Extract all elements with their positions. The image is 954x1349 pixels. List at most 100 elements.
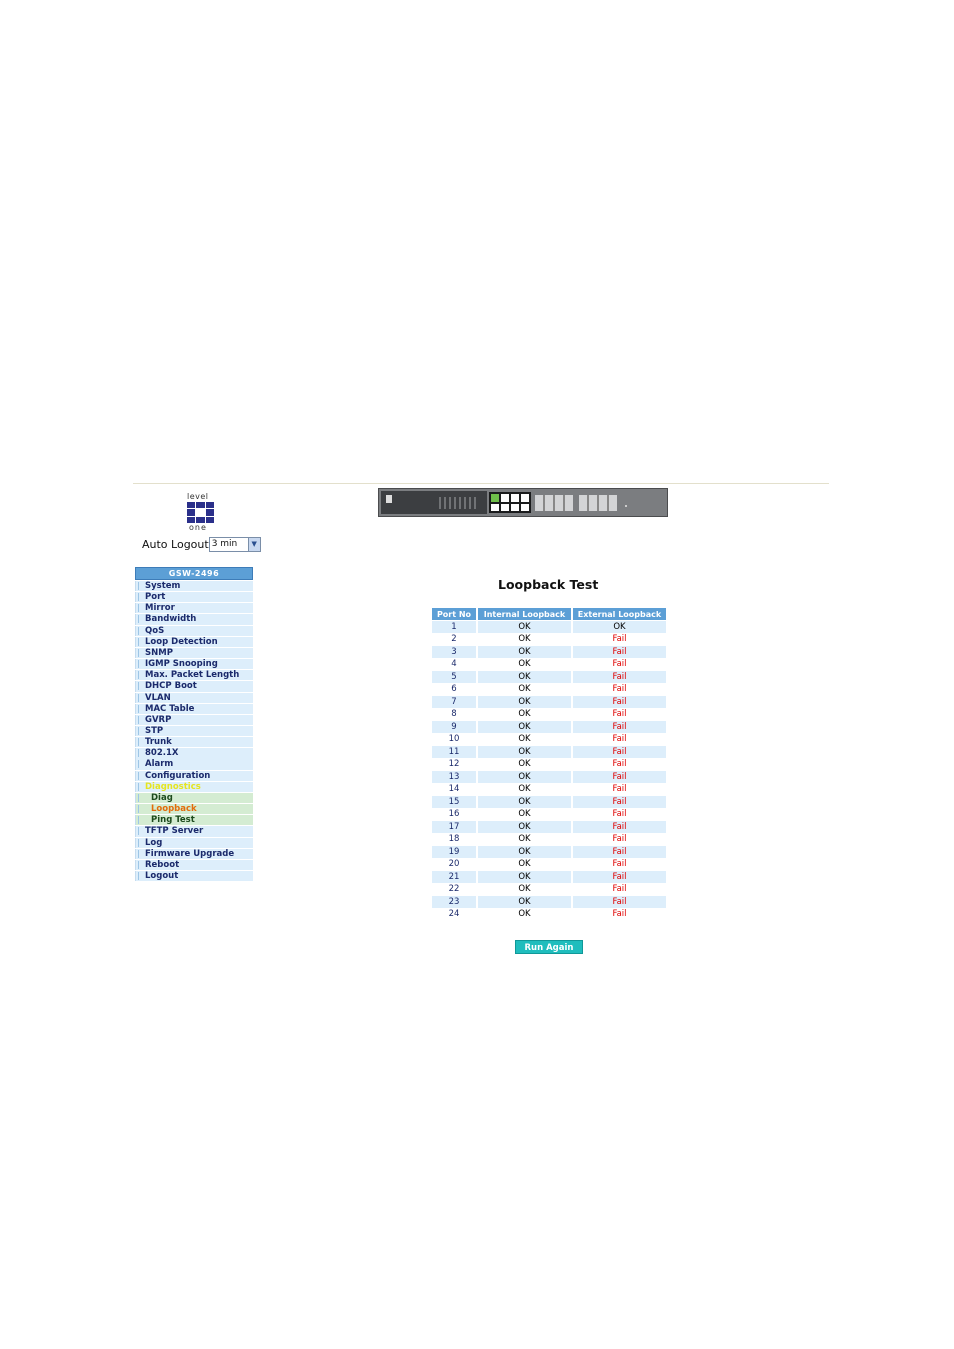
sidebar-item-system[interactable]: System bbox=[135, 580, 253, 592]
external-loopback-cell: Fail bbox=[573, 833, 666, 846]
internal-loopback-cell: OK bbox=[478, 833, 571, 846]
sidebar-item-diag[interactable]: Diag bbox=[135, 792, 253, 804]
sidebar-item-port[interactable]: Port bbox=[135, 592, 253, 603]
internal-loopback-cell: OK bbox=[478, 721, 571, 734]
auto-logout-select[interactable]: 3 min ▼ bbox=[208, 537, 261, 552]
port-no-cell: 24 bbox=[432, 908, 476, 921]
external-loopback-cell: Fail bbox=[573, 671, 666, 684]
sidebar-item-gvrp[interactable]: GVRP bbox=[135, 714, 253, 726]
port-no-cell: 16 bbox=[432, 808, 476, 821]
sidebar-item-802-1x[interactable]: 802.1X bbox=[135, 748, 253, 759]
internal-loopback-cell: OK bbox=[478, 871, 571, 884]
column-header-external: External Loopback bbox=[573, 608, 666, 621]
table-row: 24 OK Fail bbox=[432, 908, 666, 921]
internal-loopback-cell: OK bbox=[478, 733, 571, 746]
port-no-cell: 11 bbox=[432, 746, 476, 759]
external-loopback-cell: Fail bbox=[573, 683, 666, 696]
table-row: 4 OK Fail bbox=[432, 658, 666, 671]
sidebar-item-mac-table[interactable]: MAC Table bbox=[135, 703, 253, 714]
internal-loopback-cell: OK bbox=[478, 896, 571, 909]
rj45-ports-icon bbox=[535, 495, 573, 511]
port-no-cell: 3 bbox=[432, 646, 476, 659]
sidebar-item-trunk[interactable]: Trunk bbox=[135, 737, 253, 748]
switch-logo-icon bbox=[386, 495, 392, 503]
external-loopback-cell: Fail bbox=[573, 821, 666, 834]
chevron-down-icon[interactable]: ▼ bbox=[247, 538, 260, 551]
sidebar-item-mirror[interactable]: Mirror bbox=[135, 603, 253, 614]
logo-text-bottom: one bbox=[189, 523, 207, 532]
external-loopback-cell: Fail bbox=[573, 796, 666, 809]
table-row: 6 OK Fail bbox=[432, 683, 666, 696]
switch-panel-image bbox=[378, 488, 668, 517]
external-loopback-cell: Fail bbox=[573, 808, 666, 821]
sidebar-item-reboot[interactable]: Reboot bbox=[135, 859, 253, 871]
external-loopback-cell: Fail bbox=[573, 758, 666, 771]
sidebar-item-diagnostics[interactable]: Diagnostics bbox=[135, 781, 253, 792]
port-no-cell: 22 bbox=[432, 883, 476, 896]
header-divider bbox=[133, 483, 829, 484]
external-loopback-cell: Fail bbox=[573, 846, 666, 859]
internal-loopback-cell: OK bbox=[478, 883, 571, 896]
led-indicators-icon bbox=[439, 497, 479, 509]
internal-loopback-cell: OK bbox=[478, 908, 571, 921]
sidebar-item-alarm[interactable]: Alarm bbox=[135, 759, 253, 770]
auto-logout: Auto Logout 3 min ▼ bbox=[142, 537, 261, 552]
sidebar-item-stp[interactable]: STP bbox=[135, 726, 253, 737]
sidebar-item-loop-detection[interactable]: Loop Detection bbox=[135, 636, 253, 647]
table-row: 23 OK Fail bbox=[432, 896, 666, 909]
sidebar-item-bandwidth[interactable]: Bandwidth bbox=[135, 614, 253, 625]
internal-loopback-cell: OK bbox=[478, 658, 571, 671]
sidebar-item-configuration[interactable]: Configuration bbox=[135, 770, 253, 781]
external-loopback-cell: Fail bbox=[573, 908, 666, 921]
external-loopback-cell: Fail bbox=[573, 721, 666, 734]
external-loopback-cell: Fail bbox=[573, 733, 666, 746]
table-row: 8 OK Fail bbox=[432, 708, 666, 721]
port-no-cell: 20 bbox=[432, 858, 476, 871]
internal-loopback-cell: OK bbox=[478, 846, 571, 859]
run-again-button[interactable]: Run Again bbox=[515, 940, 583, 954]
internal-loopback-cell: OK bbox=[478, 633, 571, 646]
sidebar-item-snmp[interactable]: SNMP bbox=[135, 647, 253, 659]
internal-loopback-cell: OK bbox=[478, 796, 571, 809]
port-no-cell: 14 bbox=[432, 783, 476, 796]
sidebar-item-tftp-server[interactable]: TFTP Server bbox=[135, 826, 253, 837]
internal-loopback-cell: OK bbox=[478, 621, 571, 634]
external-loopback-cell: Fail bbox=[573, 633, 666, 646]
external-loopback-cell: Fail bbox=[573, 883, 666, 896]
sidebar-item-dhcp-boot[interactable]: DHCP Boot bbox=[135, 681, 253, 692]
table-row: 14 OK Fail bbox=[432, 783, 666, 796]
internal-loopback-cell: OK bbox=[478, 646, 571, 659]
table-row: 12 OK Fail bbox=[432, 758, 666, 771]
table-row: 17 OK Fail bbox=[432, 821, 666, 834]
external-loopback-cell: Fail bbox=[573, 771, 666, 784]
port-no-cell: 17 bbox=[432, 821, 476, 834]
loopback-table: Port No Internal Loopback External Loopb… bbox=[430, 608, 668, 921]
sidebar-item-vlan[interactable]: VLAN bbox=[135, 692, 253, 703]
sidebar-item-loopback[interactable]: Loopback bbox=[135, 804, 253, 815]
sidebar-item-ping-test[interactable]: Ping Test bbox=[135, 815, 253, 826]
internal-loopback-cell: OK bbox=[478, 808, 571, 821]
sidebar-item-qos[interactable]: QoS bbox=[135, 625, 253, 636]
sidebar-item-logout[interactable]: Logout bbox=[135, 871, 253, 882]
auto-logout-value: 3 min bbox=[211, 539, 238, 549]
table-row: 20 OK Fail bbox=[432, 858, 666, 871]
table-row: 15 OK Fail bbox=[432, 796, 666, 809]
external-loopback-cell: Fail bbox=[573, 708, 666, 721]
sidebar-item-log[interactable]: Log bbox=[135, 837, 253, 848]
internal-loopback-cell: OK bbox=[478, 708, 571, 721]
logo-text-top: level bbox=[187, 492, 209, 501]
sidebar-item-firmware-upgrade[interactable]: Firmware Upgrade bbox=[135, 848, 253, 859]
port-no-cell: 8 bbox=[432, 708, 476, 721]
table-row: 21 OK Fail bbox=[432, 871, 666, 884]
sidebar-item-max-packet-length[interactable]: Max. Packet Length bbox=[135, 670, 253, 681]
table-row: 18 OK Fail bbox=[432, 833, 666, 846]
external-loopback-cell: Fail bbox=[573, 871, 666, 884]
internal-loopback-cell: OK bbox=[478, 771, 571, 784]
column-header-port: Port No bbox=[432, 608, 476, 621]
internal-loopback-cell: OK bbox=[478, 671, 571, 684]
table-row: 9 OK Fail bbox=[432, 721, 666, 734]
table-row: 7 OK Fail bbox=[432, 696, 666, 709]
sidebar-item-igmp-snooping[interactable]: IGMP Snooping bbox=[135, 659, 253, 670]
table-row: 11 OK Fail bbox=[432, 746, 666, 759]
external-loopback-cell: Fail bbox=[573, 696, 666, 709]
